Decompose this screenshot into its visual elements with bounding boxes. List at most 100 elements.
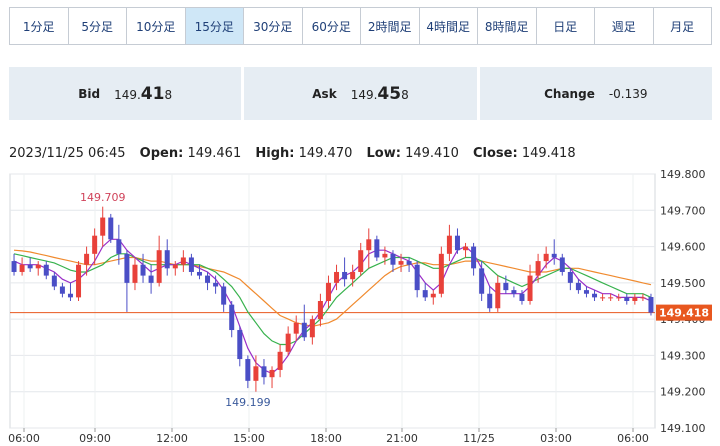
high-annotation: 149.709 <box>80 191 126 204</box>
candle-body <box>116 239 122 254</box>
candle-body <box>446 235 452 254</box>
candle-body <box>358 250 364 272</box>
ohlc-open: Open: 149.461 <box>139 146 242 161</box>
ask-label: Ask <box>312 86 337 101</box>
ask-value: 149.458 <box>350 83 409 104</box>
tab-9[interactable]: 日足 <box>535 8 595 44</box>
candle-body <box>382 253 388 258</box>
candle-body <box>567 271 573 283</box>
candle-body <box>221 286 227 305</box>
candle-body <box>148 275 154 283</box>
candle-body <box>293 322 299 334</box>
tab-10[interactable]: 週足 <box>594 8 653 44</box>
candle-body <box>301 322 307 338</box>
candle-body <box>454 235 460 251</box>
candle-body <box>140 264 146 276</box>
candle-body <box>67 293 73 298</box>
candle-body <box>471 246 477 269</box>
tab-1[interactable]: 5分足 <box>67 8 127 44</box>
y-tick-label: 149.500 <box>660 277 706 290</box>
candle-body <box>535 261 541 276</box>
candle-body <box>237 330 243 360</box>
candle-body <box>592 293 598 298</box>
tab-6[interactable]: 2時間足 <box>360 8 419 44</box>
candle-body <box>229 304 235 331</box>
candle-body <box>180 257 186 265</box>
candle-body <box>188 257 194 272</box>
bid-box: Bid 149.418 <box>9 67 242 120</box>
x-tick-label: 03:00 <box>540 432 572 445</box>
tab-4[interactable]: 30分足 <box>243 8 302 44</box>
y-tick-label: 149.600 <box>660 241 706 254</box>
candlestick-chart[interactable]: 149.800149.700149.600149.500149.400149.3… <box>0 166 720 446</box>
y-tick-label: 149.100 <box>660 422 706 435</box>
x-tick-label: 12:00 <box>156 432 188 445</box>
candle-body <box>108 217 114 240</box>
candle-body <box>608 297 614 299</box>
candle-body <box>245 359 251 381</box>
candle-body <box>132 264 138 283</box>
change-value: -0.139 <box>608 86 648 101</box>
candle-body <box>11 261 17 272</box>
candle-body <box>543 253 549 262</box>
ohlc-high: High: 149.470 <box>255 146 353 161</box>
candle-body <box>277 351 283 370</box>
candle-body <box>511 290 517 294</box>
bid-label: Bid <box>78 86 101 101</box>
candle-body <box>325 282 331 301</box>
candle-body <box>124 253 130 283</box>
y-tick-label: 149.200 <box>660 386 706 399</box>
candle-body <box>503 282 509 291</box>
ohlc-close: Close: 149.418 <box>473 146 576 161</box>
candle-body <box>309 319 315 338</box>
tab-7[interactable]: 4時間足 <box>418 8 478 44</box>
tab-11[interactable]: 月足 <box>652 8 712 44</box>
candle-body <box>350 271 356 280</box>
tab-3[interactable]: 15分足 <box>184 8 243 44</box>
tab-0[interactable]: 1分足 <box>10 8 68 44</box>
x-tick-label: 18:00 <box>310 432 342 445</box>
candle-body <box>35 264 41 269</box>
candle-body <box>648 297 654 313</box>
candle-body <box>269 369 275 378</box>
candle-body <box>76 264 82 298</box>
candle-body <box>100 217 106 236</box>
candle-body <box>205 275 211 283</box>
candle-body <box>495 282 501 309</box>
tab-2[interactable]: 10分足 <box>126 8 185 44</box>
candle-body <box>84 253 90 265</box>
candle-body <box>422 290 428 298</box>
candle-body <box>27 264 33 269</box>
candle-body <box>519 293 525 301</box>
candle-body <box>583 290 589 294</box>
ohlc-low: Low: 149.410 <box>366 146 459 161</box>
candle-body <box>632 297 638 301</box>
change-box: Change -0.139 <box>479 67 712 120</box>
candle-body <box>334 271 340 283</box>
candle-body <box>261 366 267 378</box>
candle-body <box>374 239 380 258</box>
change-label: Change <box>544 86 595 101</box>
candle-body <box>19 264 25 272</box>
candle-body <box>616 297 622 299</box>
x-tick-label: 09:00 <box>79 432 111 445</box>
candle-body <box>164 250 170 269</box>
plot-area <box>9 173 656 429</box>
candle-body <box>366 239 372 251</box>
y-tick-label: 149.300 <box>660 349 706 362</box>
candle-body <box>430 293 436 298</box>
x-tick-label: 06:00 <box>8 432 40 445</box>
low-annotation: 149.199 <box>225 396 271 409</box>
candle-body <box>559 257 565 272</box>
current-price-tag-label: 149.418 <box>659 307 709 320</box>
candle-body <box>172 264 178 269</box>
x-tick-label: 15:00 <box>233 432 265 445</box>
candle-body <box>59 286 65 294</box>
candle-body <box>342 271 348 280</box>
tab-8[interactable]: 8時間足 <box>477 8 536 44</box>
candle-body <box>317 301 323 320</box>
tab-5[interactable]: 60分足 <box>301 8 361 44</box>
timeframe-tabs: 1分足 5分足 10分足 15分足 30分足 60分足 2時間足 4時間足 8時間足 日足 週足 月足 <box>9 7 712 45</box>
candle-body <box>406 261 412 265</box>
candle-body <box>463 246 469 251</box>
